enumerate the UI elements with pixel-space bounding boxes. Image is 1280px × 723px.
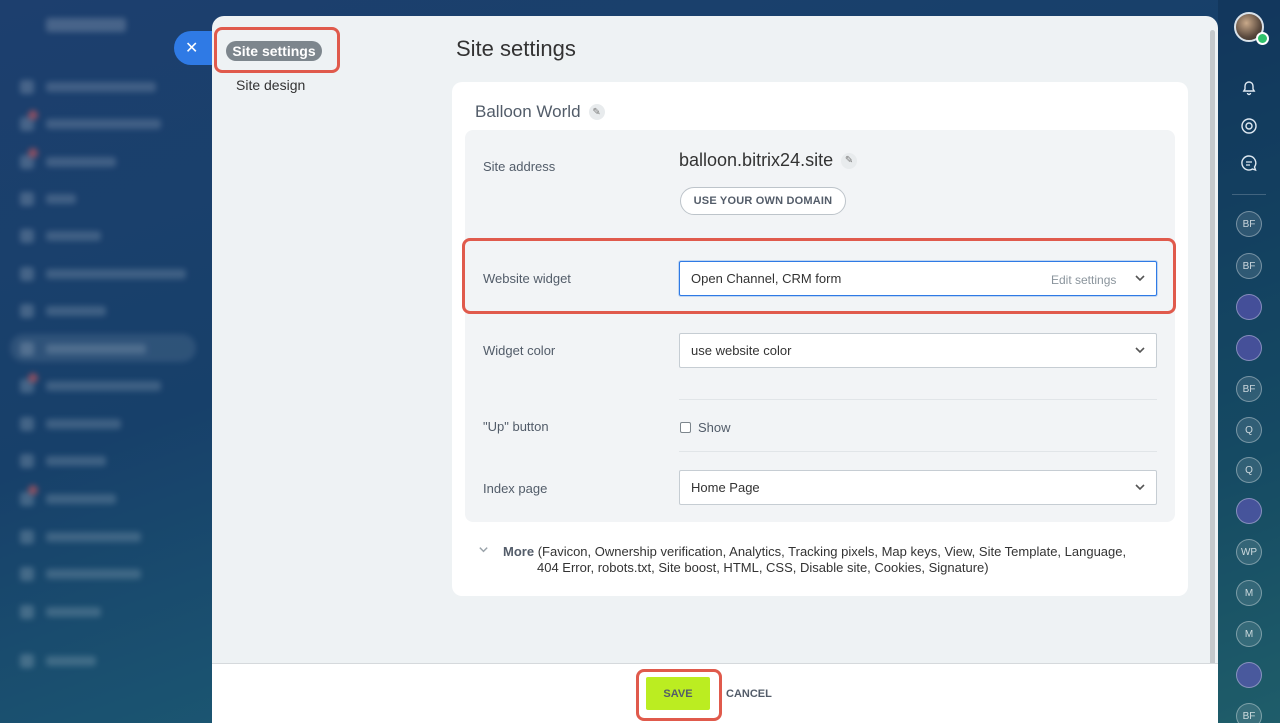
background-nav-item: [20, 192, 76, 206]
widget-color-value: use website color: [691, 343, 792, 358]
page-title: Site settings: [456, 36, 576, 61]
background-navigation: [0, 0, 212, 723]
up-button-label: "Up" button: [483, 419, 549, 434]
settings-form: Site address balloon.bitrix24.site ✎ USE…: [465, 130, 1175, 522]
rail-contact[interactable]: BF: [1236, 703, 1262, 723]
background-logo: [46, 18, 126, 32]
index-page-label: Index page: [483, 481, 548, 496]
rail-contact[interactable]: M: [1236, 621, 1262, 647]
close-icon: ✕: [185, 40, 199, 57]
footer-bar: SAVE CANCEL: [212, 663, 1218, 723]
background-nav-item: [20, 342, 146, 356]
index-page-value: Home Page: [691, 480, 760, 495]
chevron-down-icon: [1134, 344, 1146, 359]
widget-color-select[interactable]: use website color: [679, 333, 1157, 368]
widget-color-label: Widget color: [483, 343, 556, 358]
site-name: Balloon World ✎: [475, 102, 605, 122]
copilot-icon[interactable]: [1236, 113, 1262, 139]
show-checkbox-label: Show: [698, 420, 731, 435]
settings-panel: Site settings Site design Site settings …: [212, 16, 1218, 723]
site-name-text: Balloon World: [475, 102, 581, 121]
divider: [679, 399, 1157, 400]
edit-settings-link[interactable]: Edit settings: [1051, 273, 1116, 287]
cancel-button[interactable]: CANCEL: [726, 688, 772, 700]
index-page-select[interactable]: Home Page: [679, 470, 1157, 505]
right-rail: BF BF BF Q Q WP M M BF: [1218, 0, 1280, 723]
pencil-icon[interactable]: ✎: [588, 104, 605, 120]
save-button[interactable]: SAVE: [646, 677, 710, 710]
website-widget-label: Website widget: [483, 271, 571, 286]
rail-contact[interactable]: BF: [1236, 211, 1262, 237]
background-nav-item: [20, 267, 186, 281]
more-settings-label[interactable]: More: [503, 544, 534, 559]
rail-contact[interactable]: BF: [1236, 253, 1262, 279]
rail-contact-openline-icon[interactable]: [1236, 498, 1262, 524]
rail-contact[interactable]: WP: [1236, 539, 1262, 565]
status-play-icon: [1256, 32, 1269, 45]
background-nav-item: [20, 229, 101, 243]
more-settings-line2: 404 Error, robots.txt, Site boost, HTML,…: [537, 560, 989, 575]
background-badge: [28, 110, 38, 120]
background-nav-item: [20, 379, 161, 393]
chevron-down-icon: [1134, 272, 1146, 287]
site-settings-card: Balloon World ✎ Site address balloon.bit…: [452, 82, 1188, 596]
rail-contact-openline-icon[interactable]: [1236, 335, 1262, 361]
rail-contact-openline-icon[interactable]: [1236, 294, 1262, 320]
background-nav-item: [20, 417, 121, 431]
rail-contact-openline-icon[interactable]: [1236, 662, 1262, 688]
menu-item-site-design[interactable]: Site design: [236, 77, 305, 93]
background-badge: [28, 373, 38, 383]
scrollbar[interactable]: [1210, 30, 1215, 716]
site-domain: balloon.bitrix24.site ✎: [679, 150, 858, 171]
background-nav-item: [20, 454, 106, 468]
more-settings-list: (Favicon, Ownership verification, Analyt…: [537, 544, 1127, 559]
bell-icon[interactable]: [1236, 75, 1262, 101]
pencil-icon[interactable]: ✎: [841, 152, 858, 169]
background-badge: [28, 148, 38, 158]
divider: [679, 451, 1157, 452]
background-nav-item: [20, 304, 106, 318]
rail-divider: [1232, 194, 1266, 195]
chevron-down-icon: [478, 544, 489, 560]
chevron-down-icon: [1134, 481, 1146, 496]
up-button-checkbox-row[interactable]: Show: [680, 420, 731, 435]
background-nav-item: [20, 567, 141, 581]
website-widget-value: Open Channel, CRM form: [691, 271, 842, 286]
use-own-domain-button[interactable]: USE YOUR OWN DOMAIN: [680, 187, 846, 215]
rail-contact[interactable]: BF: [1236, 376, 1262, 402]
more-settings-line1: More (Favicon, Ownership verification, A…: [503, 544, 1158, 560]
rail-contact[interactable]: Q: [1236, 457, 1262, 483]
more-settings[interactable]: More (Favicon, Ownership verification, A…: [478, 544, 1158, 576]
menu-item-site-settings[interactable]: Site settings: [226, 41, 322, 61]
rail-contact[interactable]: Q: [1236, 417, 1262, 443]
background-badge: [28, 485, 38, 495]
site-address-label: Site address: [483, 159, 556, 174]
rail-contact[interactable]: M: [1236, 580, 1262, 606]
background-nav-item: [20, 654, 96, 668]
background-nav-item: [20, 605, 101, 619]
settings-menu: Site settings Site design: [212, 16, 440, 663]
chat-icon[interactable]: [1236, 150, 1262, 176]
site-domain-text: balloon.bitrix24.site: [679, 150, 834, 170]
background-nav-item: [20, 117, 161, 131]
background-nav-item: [20, 80, 156, 94]
show-checkbox[interactable]: [680, 422, 691, 433]
background-nav-item: [20, 530, 141, 544]
